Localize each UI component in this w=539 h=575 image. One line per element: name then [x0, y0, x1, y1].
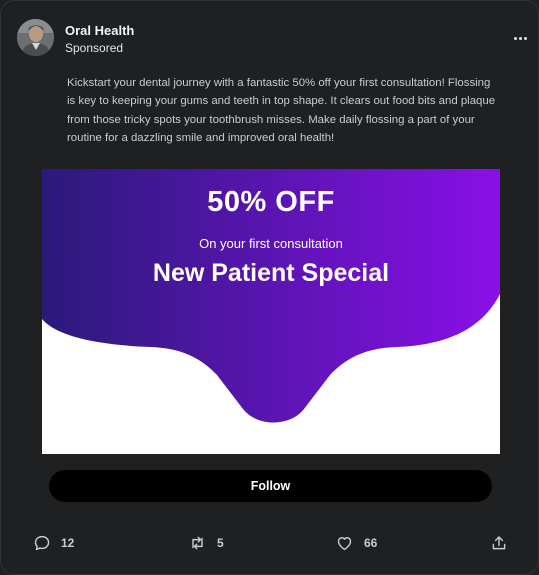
- repost-button[interactable]: 5: [188, 532, 224, 554]
- like-count: 66: [364, 536, 378, 550]
- sponsored-post-card: Oral Health Sponsored Kickstart your den…: [0, 0, 539, 575]
- more-icon: [514, 37, 517, 40]
- reply-count: 12: [61, 536, 75, 550]
- promo-image[interactable]: 50% OFF On your first consultation New P…: [42, 169, 500, 454]
- repost-count: 5: [217, 536, 224, 550]
- author-avatar[interactable]: [17, 19, 54, 56]
- promo-title: New Patient Special: [152, 259, 390, 287]
- post-body-text: Kickstart your dental journey with a fan…: [67, 77, 496, 144]
- more-options-button[interactable]: [506, 29, 530, 47]
- share-icon: [492, 536, 506, 550]
- reply-button[interactable]: 12: [33, 532, 74, 554]
- share-button[interactable]: [490, 532, 508, 554]
- promo-subline: On your first consultation: [199, 236, 343, 251]
- follow-button[interactable]: Follow: [49, 470, 492, 502]
- promo-headline: 50% OFF: [207, 186, 335, 218]
- sponsored-label: Sponsored: [65, 41, 124, 55]
- author-name[interactable]: Oral Health: [65, 23, 134, 38]
- like-icon: [337, 537, 352, 551]
- like-button[interactable]: 66: [335, 532, 377, 554]
- reply-icon: [34, 535, 50, 551]
- repost-icon: [192, 536, 203, 550]
